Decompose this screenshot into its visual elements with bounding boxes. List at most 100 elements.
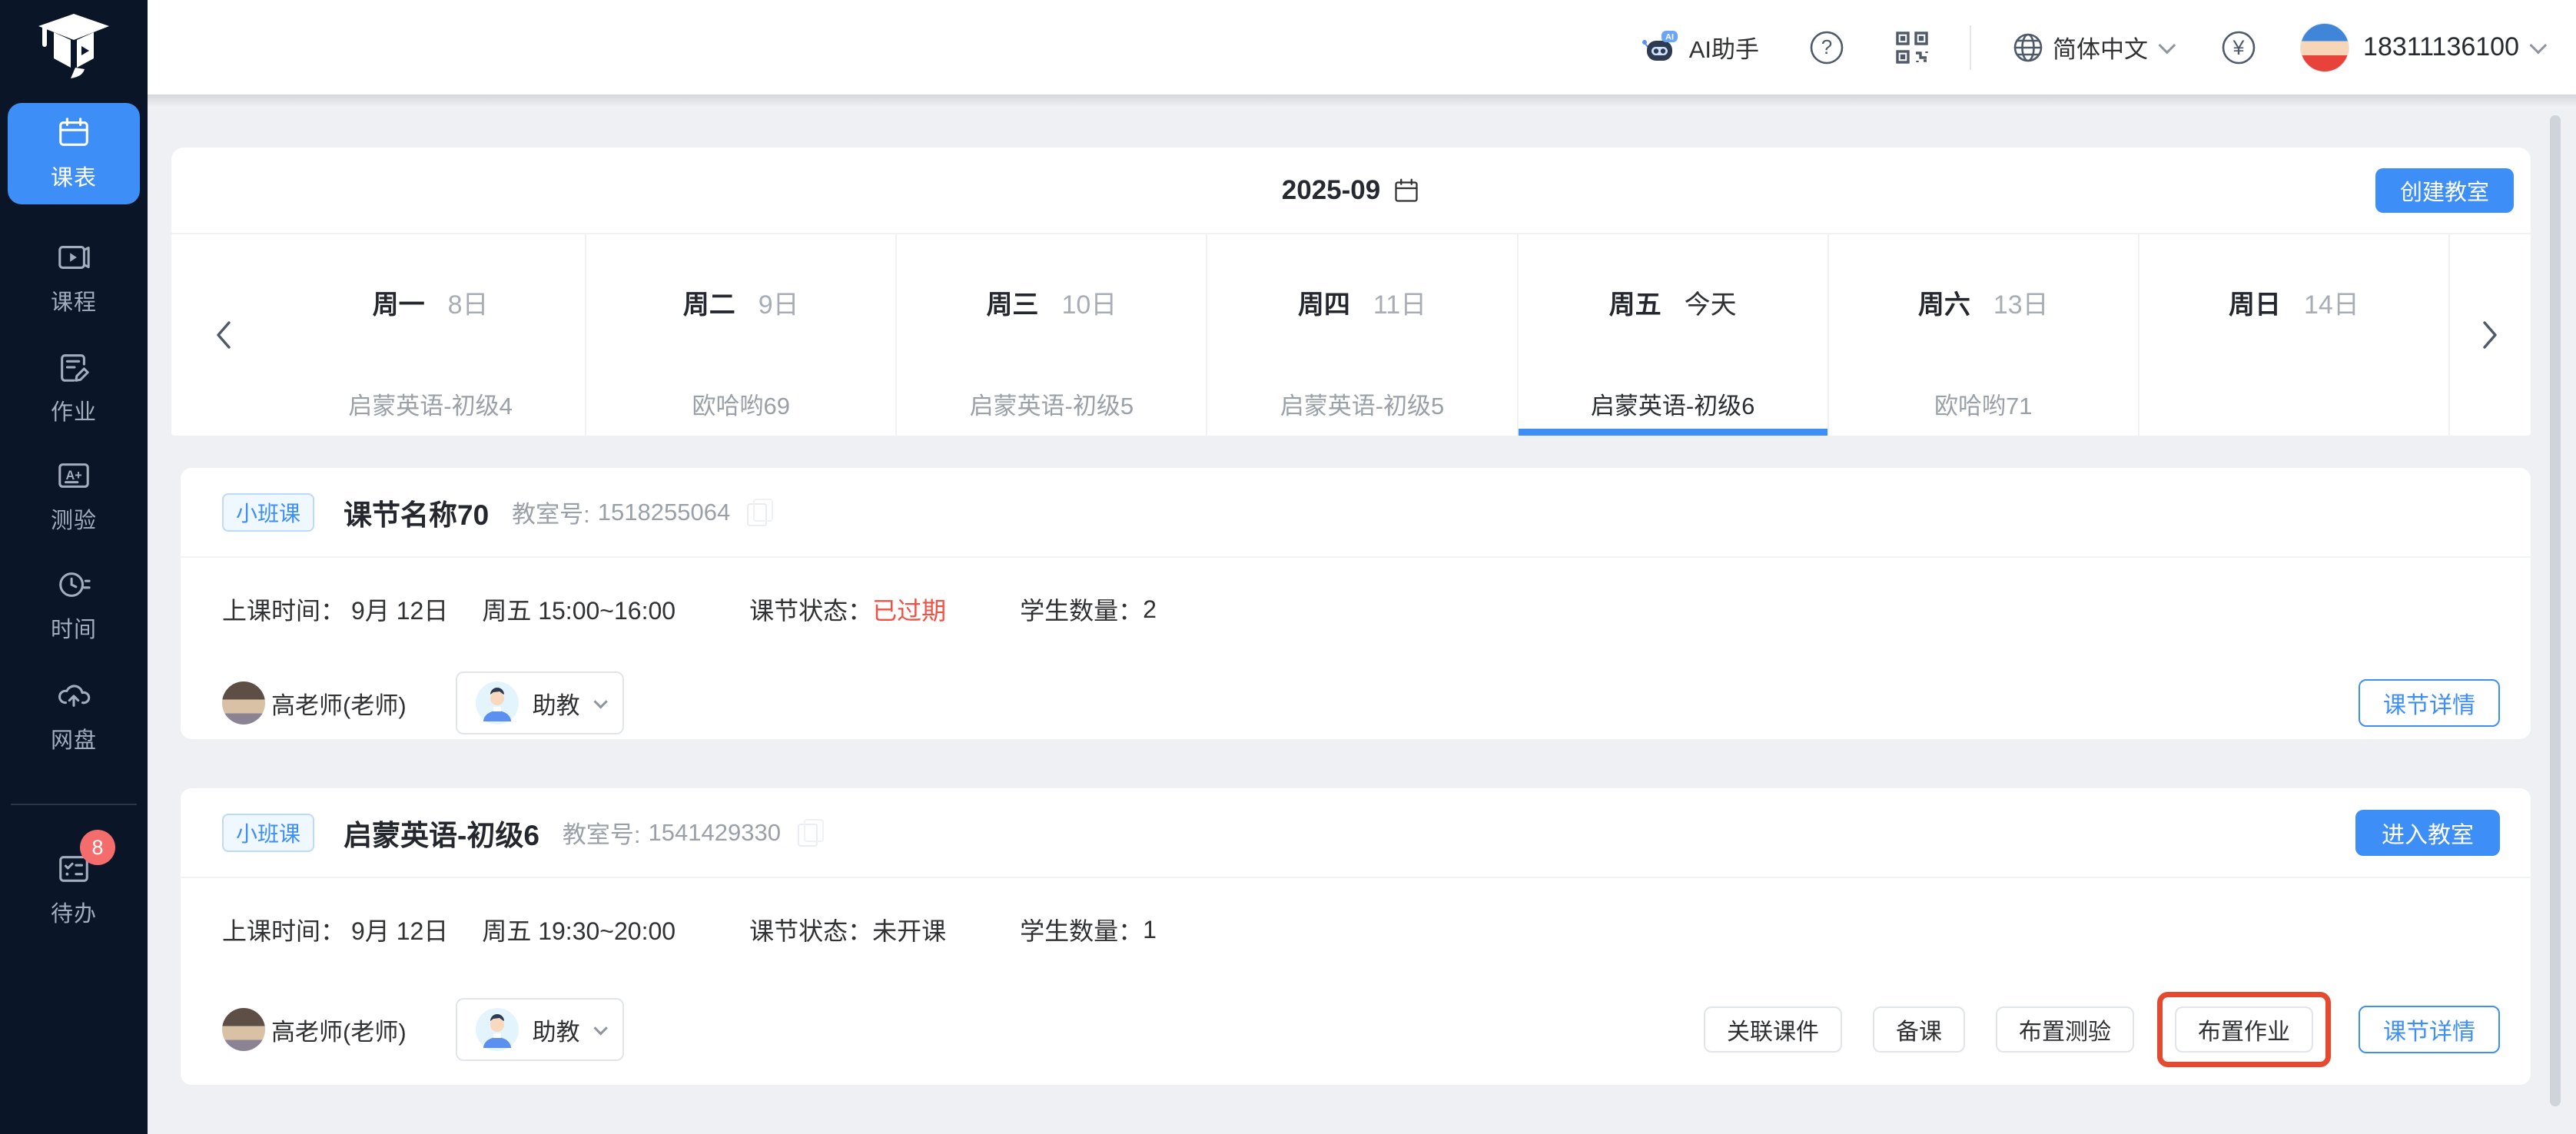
assistant-dropdown[interactable]: 助教: [456, 998, 624, 1061]
lesson-card: 小班课 课节名称70 教室号: 1518255064 上课时间： 9月 12日 …: [181, 468, 2531, 739]
qr-code-button[interactable]: [1894, 30, 1930, 65]
student-count: 2: [1143, 595, 1157, 624]
prepare-lesson-button[interactable]: 备课: [1873, 1006, 1965, 1053]
link-courseware-button[interactable]: 关联课件: [1704, 1006, 1842, 1053]
class-type-badge: 小班课: [222, 814, 314, 852]
lesson-status: 未开课: [872, 912, 946, 947]
time-label: 上课时间：: [222, 912, 345, 947]
chevron-left-icon: [212, 318, 235, 352]
calendar-panel: 2025-09 创建教室 周一8日 启蒙英语-初级4 周二9日 欧哈哟69: [171, 148, 2531, 436]
ai-robot-icon: AI: [1640, 29, 1680, 66]
sidebar-item-homework[interactable]: 作业: [0, 350, 148, 426]
day-name: 周日: [2229, 290, 2281, 320]
assistant-avatar: [476, 681, 519, 724]
chevron-down-icon: [593, 695, 607, 708]
class-type-badge: 小班课: [222, 493, 314, 532]
room-number-label: 教室号:: [512, 495, 590, 529]
day-cell-sunday[interactable]: 周日14日: [2138, 234, 2448, 436]
day-date: 10日: [1061, 290, 1117, 320]
svg-text:A+: A+: [65, 469, 81, 482]
day-course: 启蒙英语-初级4: [276, 386, 585, 421]
chevron-down-icon: [2530, 36, 2548, 54]
day-cell-thursday[interactable]: 周四11日 启蒙英语-初级5: [1206, 234, 1516, 436]
todo-count-badge: 8: [80, 830, 115, 865]
help-button[interactable]: ?: [1808, 29, 1845, 66]
copy-icon[interactable]: [747, 503, 767, 526]
day-name: 周一: [373, 290, 425, 320]
week-strip: 周一8日 启蒙英语-初级4 周二9日 欧哈哟69 周三10日 启蒙英语-初级5 …: [171, 233, 2531, 436]
assistant-avatar: [476, 1008, 519, 1051]
sidebar-item-label: 时间: [51, 612, 97, 644]
svg-text:AI: AI: [1665, 32, 1674, 41]
day-course: 启蒙英语-初级6: [1519, 386, 1827, 421]
navbar-divider: [1970, 25, 1971, 70]
day-cell-friday-today[interactable]: 周五今天 启蒙英语-初级6: [1517, 234, 1827, 436]
assign-quiz-button[interactable]: 布置测验: [1996, 1006, 2134, 1053]
enter-classroom-button[interactable]: 进入教室: [2355, 810, 2500, 856]
main-content: 2025-09 创建教室 周一8日 启蒙英语-初级4 周二9日 欧哈哟69: [148, 94, 2576, 1134]
ai-assistant-button[interactable]: AI AI助手: [1640, 29, 1759, 66]
sidebar: 课表 课程 作业 A+ 测验: [0, 0, 148, 1134]
assistant-label: 助教: [533, 1013, 580, 1047]
teacher-name: 高老师(老师): [271, 1013, 407, 1047]
room-number-value: 1518255064: [598, 499, 730, 526]
question-circle-icon: ?: [1808, 29, 1845, 66]
cloud-drive-icon: [56, 678, 91, 713]
students-label: 学生数量：: [1020, 912, 1143, 947]
sidebar-item-label: 测验: [51, 502, 97, 535]
lesson-title: 启蒙英语-初级6: [344, 812, 539, 854]
day-name: 周五: [1609, 290, 1661, 320]
sidebar-item-quiz[interactable]: A+ 测验: [0, 458, 148, 535]
top-navbar: AI AI助手 ?: [148, 0, 2576, 94]
vertical-scrollbar[interactable]: [2550, 115, 2561, 1106]
lesson-detail-button[interactable]: 课节详情: [2359, 1006, 2500, 1053]
calendar-header: 2025-09 创建教室: [171, 148, 2531, 233]
sidebar-item-cloud-drive[interactable]: 网盘: [0, 678, 148, 754]
day-cell-monday[interactable]: 周一8日 启蒙英语-初级4: [276, 234, 585, 436]
day-cell-saturday[interactable]: 周六13日 欧哈哟71: [1827, 234, 2138, 436]
month-label: 2025-09: [1282, 175, 1380, 206]
qr-code-icon: [1894, 30, 1930, 65]
red-annotation-box: 布置作业: [2157, 992, 2331, 1067]
day-cell-wednesday[interactable]: 周三 10日 启蒙英语-初级5: [895, 234, 1206, 436]
day-course: 欧哈哟71: [1829, 386, 2138, 421]
yen-circle-icon: ¥: [2220, 29, 2257, 66]
course-video-icon: [56, 240, 91, 275]
navbar-shadow: [148, 94, 2576, 107]
prev-week-button[interactable]: [171, 234, 276, 436]
sidebar-item-label: 作业: [51, 394, 97, 426]
quiz-icon: A+: [56, 458, 91, 493]
app-logo-graduation-cap-icon: [34, 9, 114, 83]
copy-icon[interactable]: [798, 824, 818, 847]
day-cell-tuesday[interactable]: 周二9日 欧哈哟69: [585, 234, 895, 436]
sidebar-item-schedule[interactable]: 课表: [8, 103, 140, 204]
language-label: 简体中文: [2053, 30, 2148, 65]
account-menu[interactable]: 18311136100: [2300, 23, 2542, 72]
app-root: 课表 课程 作业 A+ 测验: [0, 0, 2576, 1134]
assign-homework-button[interactable]: 布置作业: [2175, 1006, 2313, 1053]
calendar-picker-icon[interactable]: [1393, 177, 1420, 204]
day-date: 11日: [1373, 290, 1426, 320]
account-phone-number: 18311136100: [2363, 32, 2519, 62]
sidebar-item-label: 课程: [51, 284, 97, 317]
day-course: 启蒙英语-初级5: [1207, 386, 1516, 421]
lesson-detail-button[interactable]: 课节详情: [2359, 679, 2500, 727]
assistant-label: 助教: [533, 686, 580, 721]
day-course: 欧哈哟69: [586, 386, 895, 421]
ai-assistant-label: AI助手: [1689, 30, 1759, 65]
day-name: 周三: [986, 290, 1038, 320]
lesson-date: 9月 12日: [351, 912, 448, 947]
day-course: 启蒙英语-初级5: [897, 386, 1206, 421]
currency-button[interactable]: ¥: [2220, 29, 2257, 66]
sidebar-item-time[interactable]: 时间: [0, 567, 148, 644]
sidebar-item-todo[interactable]: 待办: [0, 851, 148, 928]
language-selector[interactable]: 简体中文: [2011, 30, 2171, 65]
chevron-right-icon: [2478, 318, 2501, 352]
lesson-card-footer: 高老师(老师) 助教 课节详情: [181, 671, 2531, 734]
lesson-info-row: 上课时间： 9月 12日 周五 19:30~20:00 课节状态： 未开课 学生…: [181, 878, 2531, 947]
next-week-button[interactable]: [2448, 234, 2531, 436]
assistant-dropdown[interactable]: 助教: [456, 671, 624, 734]
svg-text:?: ?: [1821, 35, 1832, 58]
sidebar-item-courses[interactable]: 课程: [0, 240, 148, 317]
create-classroom-button[interactable]: 创建教室: [2375, 168, 2514, 213]
